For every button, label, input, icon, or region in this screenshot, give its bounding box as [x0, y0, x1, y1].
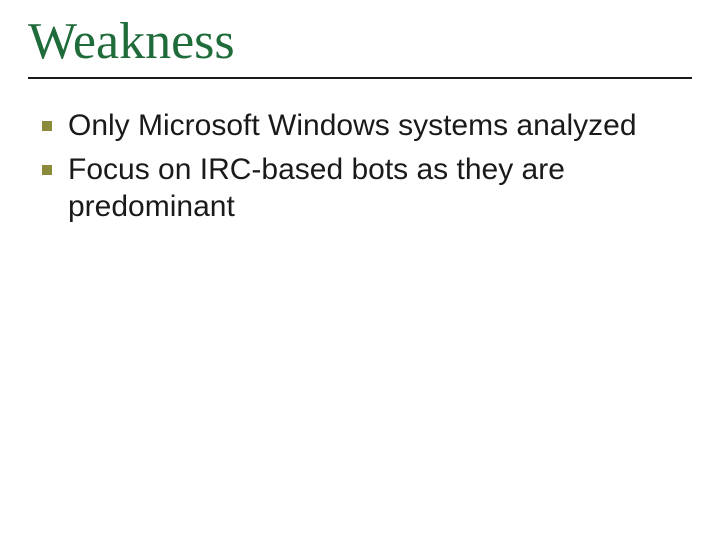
list-item: Focus on IRC-based bots as they are pred…	[38, 151, 692, 226]
square-bullet-icon	[42, 121, 52, 131]
slide: Weakness Only Microsoft Windows systems …	[0, 0, 720, 540]
slide-title: Weakness	[28, 12, 692, 71]
square-bullet-icon	[42, 165, 52, 175]
bullet-text: Only Microsoft Windows systems analyzed	[68, 109, 637, 142]
list-item: Only Microsoft Windows systems analyzed	[38, 107, 692, 145]
title-container: Weakness	[28, 12, 692, 79]
bullet-list: Only Microsoft Windows systems analyzed …	[28, 107, 692, 226]
bullet-text: Focus on IRC-based bots as they are pred…	[68, 153, 565, 224]
